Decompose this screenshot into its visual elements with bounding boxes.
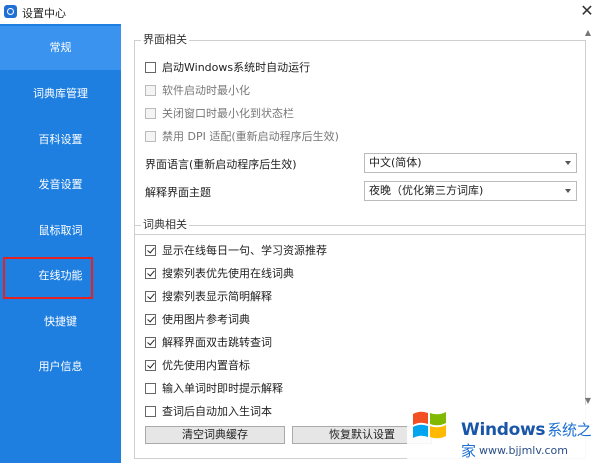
checkbox[interactable] xyxy=(145,130,156,142)
language-label: 界面语言(重新启动程序后生效) xyxy=(145,158,297,171)
option-image-dictionary[interactable]: 使用图片参考词典 xyxy=(145,311,250,327)
chevron-down-icon xyxy=(565,161,571,165)
theme-select[interactable]: 夜晚（优化第三方词库) xyxy=(364,181,577,201)
app-logo-icon xyxy=(4,5,17,18)
checkbox[interactable] xyxy=(145,290,156,302)
sidebar-item-hotkeys[interactable]: 快捷键 xyxy=(0,300,121,344)
title-bar: 设置中心 ✕ xyxy=(0,0,600,24)
sidebar-item-general[interactable]: 常规 xyxy=(0,26,121,70)
checkbox[interactable] xyxy=(145,382,156,394)
sidebar-item-user-info[interactable]: 用户信息 xyxy=(0,345,121,389)
option-brief-explanation[interactable]: 搜索列表显示简明解释 xyxy=(145,288,272,304)
checkbox[interactable] xyxy=(145,267,156,279)
sidebar-item-dictionary-library[interactable]: 词典库管理 xyxy=(0,72,121,116)
watermark: Windows 系统之家 www.bjjmlv.com xyxy=(407,405,600,463)
checkbox[interactable] xyxy=(145,61,156,73)
option-builtin-phonetic[interactable]: 优先使用内置音标 xyxy=(145,357,250,373)
close-icon[interactable]: ✕ xyxy=(578,2,596,20)
ui-settings-group: 界面相关 启动Windows系统时自动运行 软件启动时最小化 关闭窗口时最小化到… xyxy=(134,33,586,235)
highlight-box xyxy=(3,257,93,299)
checkbox[interactable] xyxy=(145,359,156,371)
clear-cache-button[interactable]: 清空词典缓存 xyxy=(145,426,285,444)
scroll-up-icon[interactable]: ▲ xyxy=(582,28,594,38)
chevron-down-icon xyxy=(565,189,571,193)
checkbox[interactable] xyxy=(145,244,156,256)
option-daily-sentence[interactable]: 显示在线每日一句、学习资源推荐 xyxy=(145,242,327,258)
logo-pane-yellow xyxy=(430,425,446,439)
checkbox[interactable] xyxy=(145,336,156,348)
option-minimize-to-tray[interactable]: 关闭窗口时最小化到状态栏 xyxy=(145,105,294,121)
sidebar: 常规 词典库管理 百科设置 发音设置 鼠标取词 在线功能 快捷键 用户信息 xyxy=(0,24,121,463)
sidebar-item-encyclopedia[interactable]: 百科设置 xyxy=(0,118,121,162)
option-disable-dpi[interactable]: 禁用 DPI 适配(重新启动程序后生效) xyxy=(145,128,339,144)
theme-label: 解释界面主题 xyxy=(145,186,211,199)
logo-pane-red xyxy=(413,411,428,425)
option-auto-add-wordbook[interactable]: 查词后自动加入生词本 xyxy=(145,403,272,419)
group-title: 界面相关 xyxy=(141,33,189,47)
option-autostart[interactable]: 启动Windows系统时自动运行 xyxy=(145,59,310,75)
logo-pane-green xyxy=(430,412,446,426)
checkbox[interactable] xyxy=(145,84,156,96)
windows-logo-icon xyxy=(413,411,446,439)
sidebar-item-mouse-lookup[interactable]: 鼠标取词 xyxy=(0,209,121,253)
option-start-minimized[interactable]: 软件启动时最小化 xyxy=(145,82,250,98)
settings-panel: 界面相关 启动Windows系统时自动运行 软件启动时最小化 关闭窗口时最小化到… xyxy=(121,24,600,463)
sidebar-item-pronunciation[interactable]: 发音设置 xyxy=(0,163,121,207)
option-double-click-lookup[interactable]: 解释界面双击跳转查词 xyxy=(145,334,272,350)
watermark-url: www.bjjmlv.com xyxy=(479,444,568,457)
checkbox[interactable] xyxy=(145,313,156,325)
language-select[interactable]: 中文(简体) xyxy=(364,153,577,173)
option-instant-hint[interactable]: 输入单词时即时提示解释 xyxy=(145,380,283,396)
window-title: 设置中心 xyxy=(22,7,66,20)
checkbox[interactable] xyxy=(145,405,156,417)
logo-pane-blue xyxy=(413,424,428,438)
checkbox[interactable] xyxy=(145,107,156,119)
option-prefer-online[interactable]: 搜索列表优先使用在线词典 xyxy=(145,265,294,281)
group-title: 词典相关 xyxy=(141,218,189,232)
